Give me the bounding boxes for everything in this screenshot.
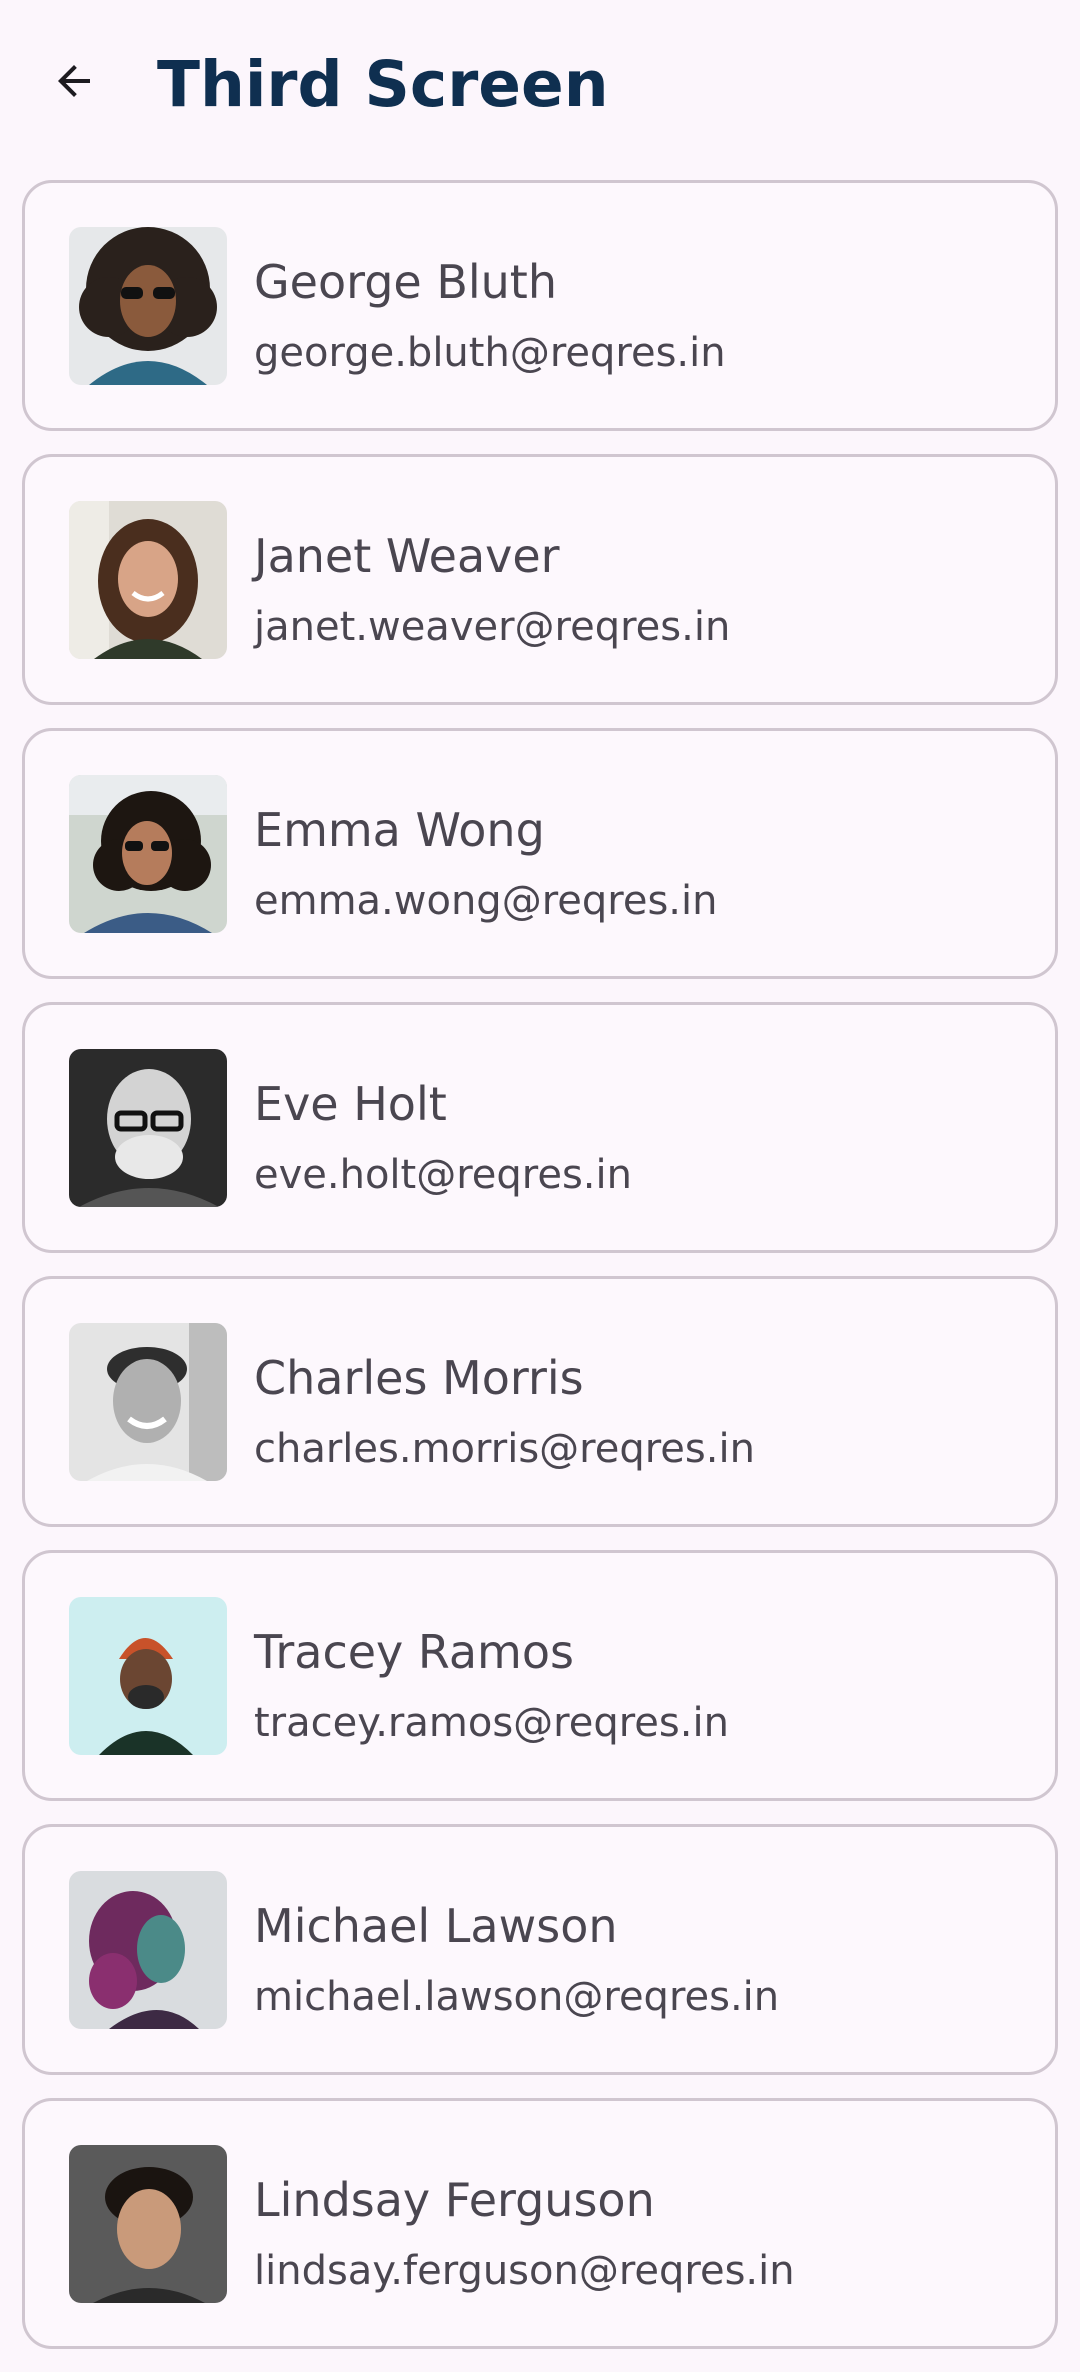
user-card[interactable]: Janet Weaver janet.weaver@reqres.in — [22, 454, 1058, 705]
user-email: eve.holt@reqres.in — [254, 1152, 632, 1198]
user-email: george.bluth@reqres.in — [254, 330, 726, 376]
user-card[interactable]: Michael Lawson michael.lawson@reqres.in — [22, 1824, 1058, 2075]
avatar — [69, 775, 227, 933]
avatar — [69, 1049, 227, 1207]
user-name: Charles Morris — [254, 1351, 584, 1405]
user-card[interactable]: Tracey Ramos tracey.ramos@reqres.in — [22, 1550, 1058, 1801]
user-email: charles.morris@reqres.in — [254, 1426, 755, 1472]
user-list: George Bluth george.bluth@reqres.in Jane… — [22, 180, 1058, 2372]
user-name: Eve Holt — [254, 1077, 447, 1131]
avatar — [69, 2145, 227, 2303]
back-button[interactable] — [38, 45, 110, 117]
avatar — [69, 1871, 227, 2029]
user-name: Michael Lawson — [254, 1899, 618, 1953]
user-email: emma.wong@reqres.in — [254, 878, 718, 924]
avatar — [69, 501, 227, 659]
user-card[interactable]: Emma Wong emma.wong@reqres.in — [22, 728, 1058, 979]
avatar — [69, 1597, 227, 1755]
user-email: michael.lawson@reqres.in — [254, 1974, 780, 2020]
user-email: tracey.ramos@reqres.in — [254, 1700, 729, 1746]
user-card[interactable]: George Bluth george.bluth@reqres.in — [22, 180, 1058, 431]
user-email: lindsay.ferguson@reqres.in — [254, 2248, 795, 2294]
user-name: Janet Weaver — [254, 529, 560, 583]
user-name: Lindsay Ferguson — [254, 2173, 655, 2227]
user-email: janet.weaver@reqres.in — [254, 604, 731, 650]
user-name: Tracey Ramos — [254, 1625, 574, 1679]
app-bar: Third Screen — [0, 0, 1080, 170]
arrow-back-icon — [58, 65, 90, 97]
avatar — [69, 1323, 227, 1481]
user-card[interactable]: Charles Morris charles.morris@reqres.in — [22, 1276, 1058, 1527]
user-card[interactable]: Eve Holt eve.holt@reqres.in — [22, 1002, 1058, 1253]
user-name: Emma Wong — [254, 803, 545, 857]
page-title: Third Screen — [157, 48, 609, 121]
user-card[interactable]: Lindsay Ferguson lindsay.ferguson@reqres… — [22, 2098, 1058, 2349]
avatar — [69, 227, 227, 385]
user-name: George Bluth — [254, 255, 557, 309]
